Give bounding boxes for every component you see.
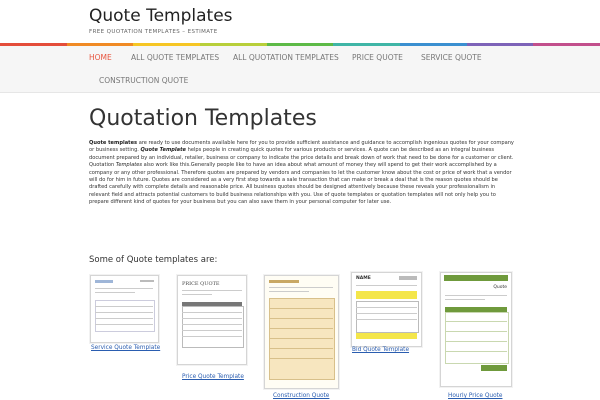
price-quote-thumb-label: PRICE QUOTE xyxy=(182,281,220,287)
hourly-quote-thumb-label: Quote xyxy=(493,285,507,290)
construction-quote-thumbnail[interactable] xyxy=(264,275,339,389)
bid-quote-thumb-label: NAME xyxy=(356,276,371,281)
bid-quote-thumbnail[interactable]: NAME xyxy=(351,272,422,347)
nav-item-service-quote[interactable]: SERVICE QUOTE xyxy=(421,53,482,62)
site-title[interactable]: Quote Templates xyxy=(89,6,233,26)
hourly-quote-thumbnail[interactable]: Quote xyxy=(440,272,512,387)
nav-item-home[interactable]: HOME xyxy=(89,53,112,62)
intro-text-3: also work like this.Generally people lik… xyxy=(89,162,512,206)
construction-quote-link[interactable]: Construction Quote xyxy=(273,393,329,399)
nav-item-all-quote-templates[interactable]: ALL QUOTE TEMPLATES xyxy=(131,53,219,62)
nav-item-all-quotation-templates[interactable]: ALL QUOTATION TEMPLATES xyxy=(233,53,339,62)
price-quote-link[interactable]: Price Quote Template xyxy=(182,374,244,380)
site-tagline: FREE QUOTATION TEMPLATES – ESTIMATE xyxy=(89,29,218,35)
intro-italic: Quote Template xyxy=(140,147,186,154)
nav-item-price-quote[interactable]: PRICE QUOTE xyxy=(352,53,403,62)
service-quote-link[interactable]: Service Quote Template xyxy=(91,345,160,351)
intro-paragraph: Quote templates are ready to use documen… xyxy=(89,140,514,207)
intro-bold: Quote templates xyxy=(89,140,138,146)
templates-subheading: Some of Quote templates are: xyxy=(89,255,218,265)
bid-quote-link[interactable]: Bid Quote Template xyxy=(352,347,409,353)
main-nav: HOME ALL QUOTE TEMPLATES ALL QUOTATION T… xyxy=(0,46,600,93)
service-quote-thumbnail[interactable] xyxy=(90,275,159,343)
price-quote-thumbnail[interactable]: PRICE QUOTE xyxy=(177,275,247,365)
hourly-quote-link[interactable]: Hourly Price Quote xyxy=(448,393,502,399)
nav-item-construction-quote[interactable]: CONSTRUCTION QUOTE xyxy=(99,76,188,85)
intro-italic-2: Templates xyxy=(115,162,142,169)
page-title: Quotation Templates xyxy=(89,106,317,131)
